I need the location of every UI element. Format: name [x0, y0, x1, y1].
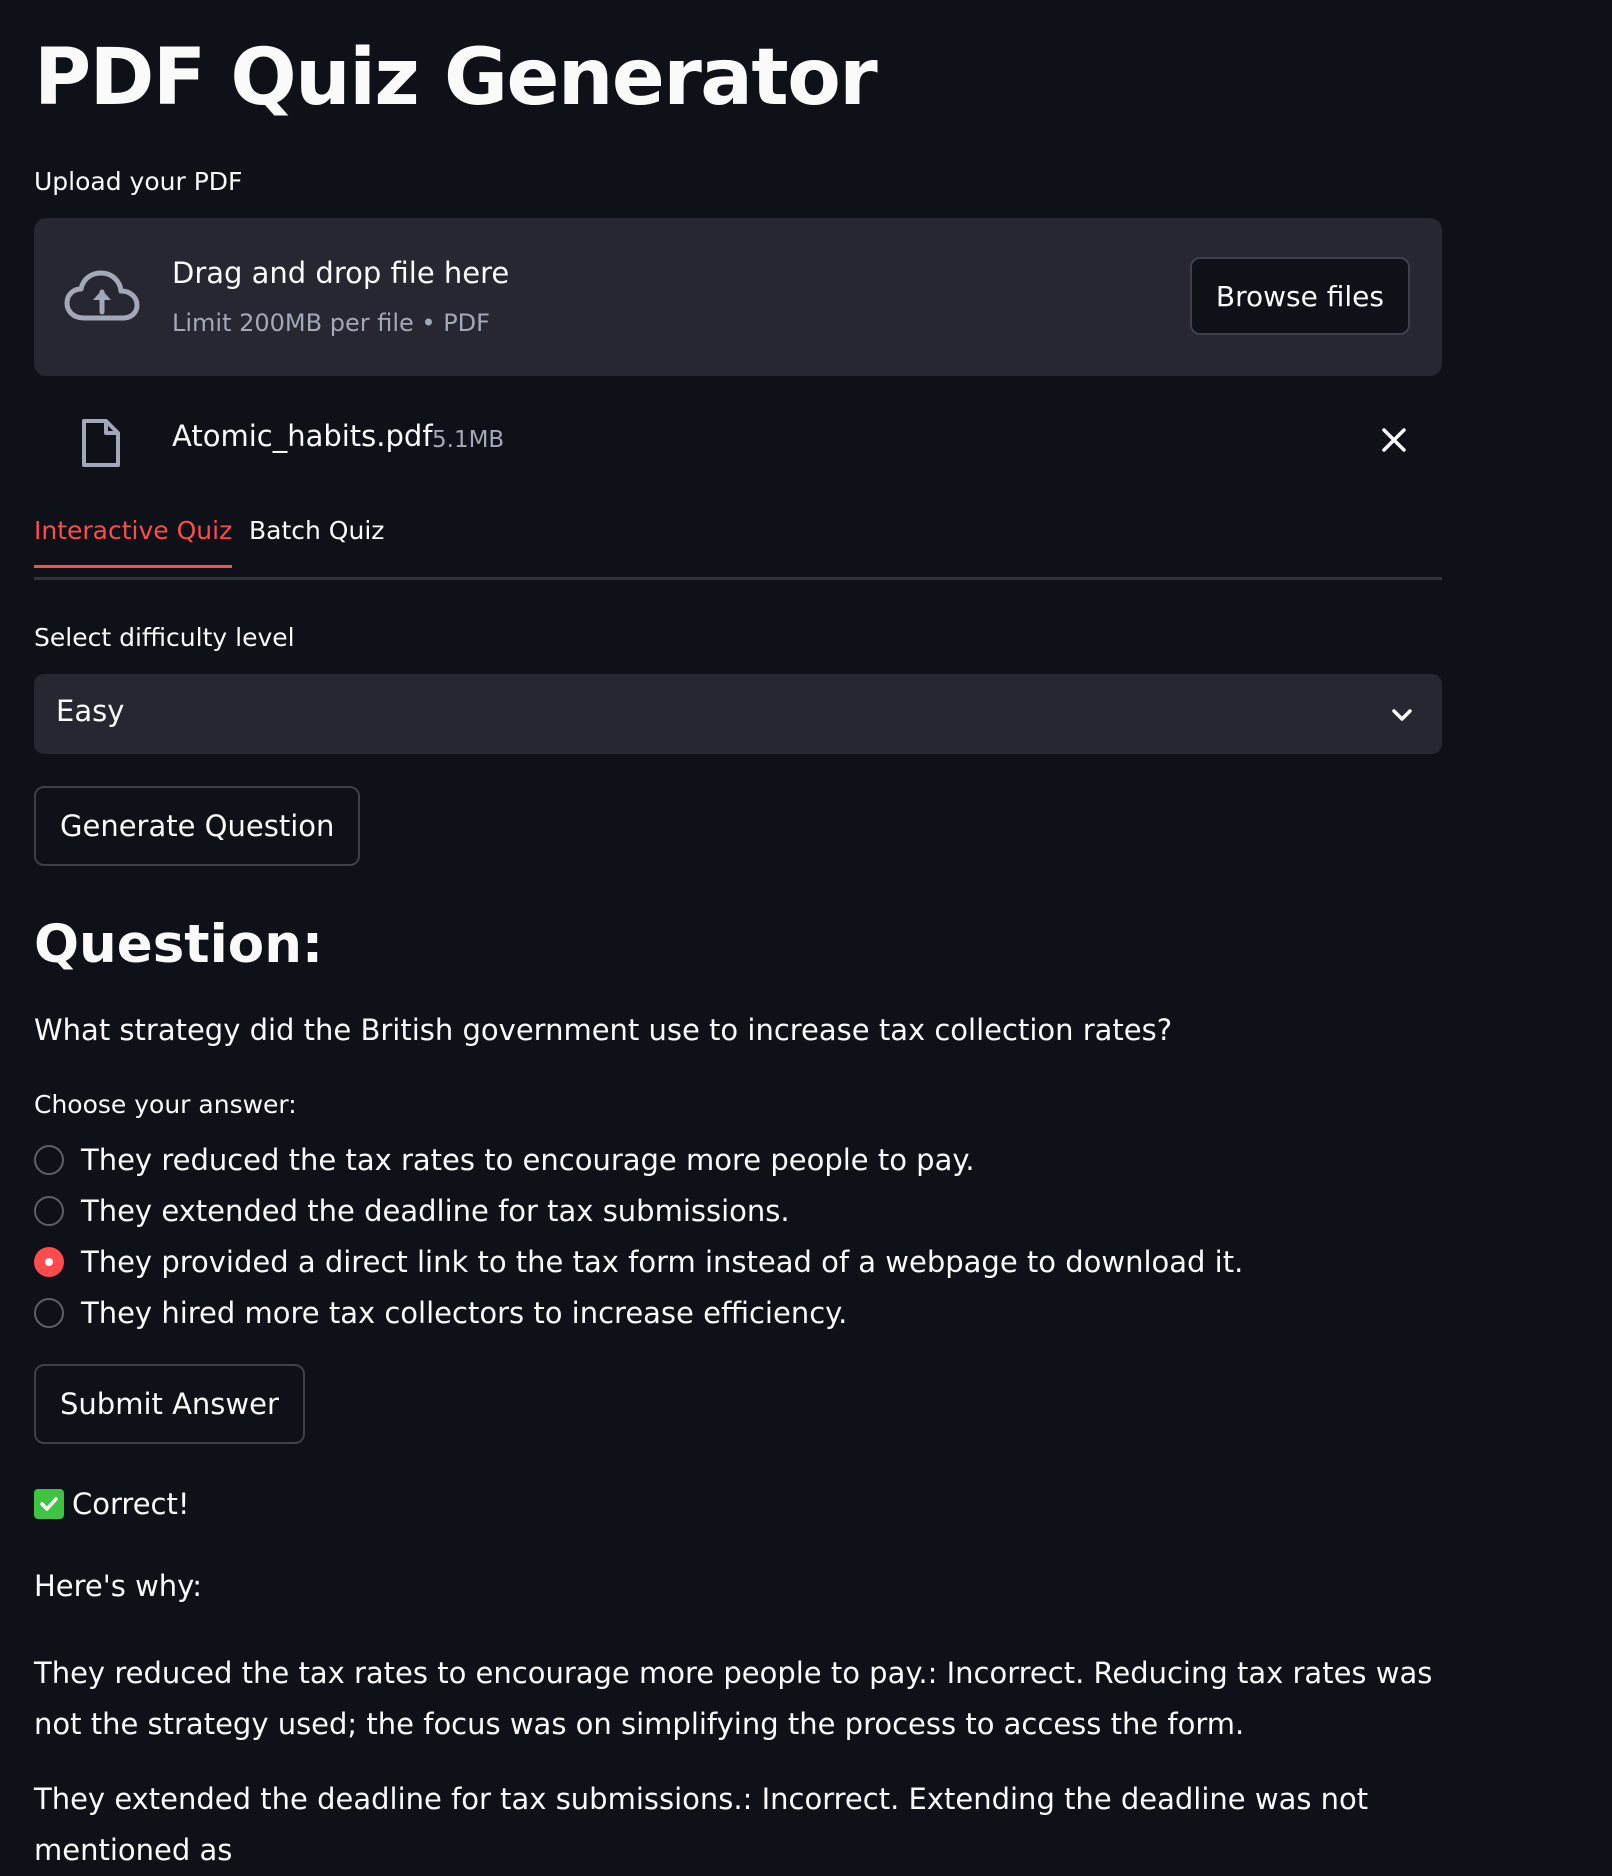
upload-label: Upload your PDF: [34, 167, 243, 196]
dropzone-title: Drag and drop file here: [172, 256, 510, 290]
difficulty-selected-value: Easy: [56, 694, 125, 728]
explanation-paragraph: They extended the deadline for tax submi…: [34, 1782, 1369, 1867]
question-heading: Question:: [34, 914, 324, 975]
explanation-heading: Here's why:: [34, 1569, 202, 1603]
answer-option[interactable]: They extended the deadline for tax submi…: [34, 1185, 1442, 1236]
radio-button[interactable]: [34, 1144, 64, 1175]
file-icon: [82, 419, 120, 467]
cloud-upload-icon: [64, 270, 140, 321]
question-text: What strategy did the British government…: [34, 1013, 1173, 1047]
page-title: PDF Quiz Generator: [34, 33, 878, 123]
radio-button[interactable]: [34, 1195, 64, 1226]
chevron-down-icon: [1392, 709, 1412, 721]
answer-option-label: They extended the deadline for tax submi…: [81, 1193, 790, 1228]
answer-options: They reduced the tax rates to encourage …: [34, 1134, 1442, 1338]
uploaded-file-row: Atomic_habits.pdf 5.1MB: [34, 376, 1442, 498]
answer-option-label: They hired more tax collectors to increa…: [81, 1295, 848, 1330]
answer-option[interactable]: They provided a direct link to the tax f…: [34, 1236, 1442, 1287]
explanation-paragraph: They reduced the tax rates to encourage …: [34, 1656, 1433, 1741]
answer-option-label: They reduced the tax rates to encourage …: [81, 1142, 975, 1177]
main-content: PDF Quiz Generator Upload your PDF Drag …: [34, 0, 1442, 1876]
file-dropzone[interactable]: Drag and drop file here Limit 200MB per …: [34, 218, 1442, 376]
dropzone-subtitle: Limit 200MB per file • PDF: [172, 309, 490, 337]
answer-label: Choose your answer:: [34, 1090, 297, 1119]
submit-answer-button[interactable]: Submit Answer: [34, 1364, 305, 1444]
tab-interactive-quiz[interactable]: Interactive Quiz: [34, 516, 233, 568]
difficulty-label: Select difficulty level: [34, 623, 295, 652]
browse-files-button[interactable]: Browse files: [1189, 257, 1410, 335]
answer-option[interactable]: They reduced the tax rates to encourage …: [34, 1134, 1442, 1185]
result-message: Correct!: [34, 1484, 1442, 1524]
check-mark-icon: [34, 1489, 64, 1519]
generate-question-button[interactable]: Generate Question: [34, 786, 361, 866]
radio-button-selected[interactable]: [34, 1246, 64, 1277]
tab-bar: Interactive Quiz Batch Quiz: [34, 498, 1442, 580]
radio-button[interactable]: [34, 1297, 64, 1328]
result-text: Correct!: [72, 1487, 190, 1521]
difficulty-select[interactable]: Easy: [34, 674, 1442, 754]
answer-option[interactable]: They hired more tax collectors to increa…: [34, 1287, 1442, 1338]
uploaded-file-size: 5.1MB: [432, 427, 505, 453]
close-icon[interactable]: [1378, 424, 1410, 456]
tab-batch-quiz[interactable]: Batch Quiz: [249, 516, 384, 545]
answer-option-label: They provided a direct link to the tax f…: [81, 1244, 1244, 1279]
uploaded-file-name: Atomic_habits.pdf: [172, 419, 433, 453]
